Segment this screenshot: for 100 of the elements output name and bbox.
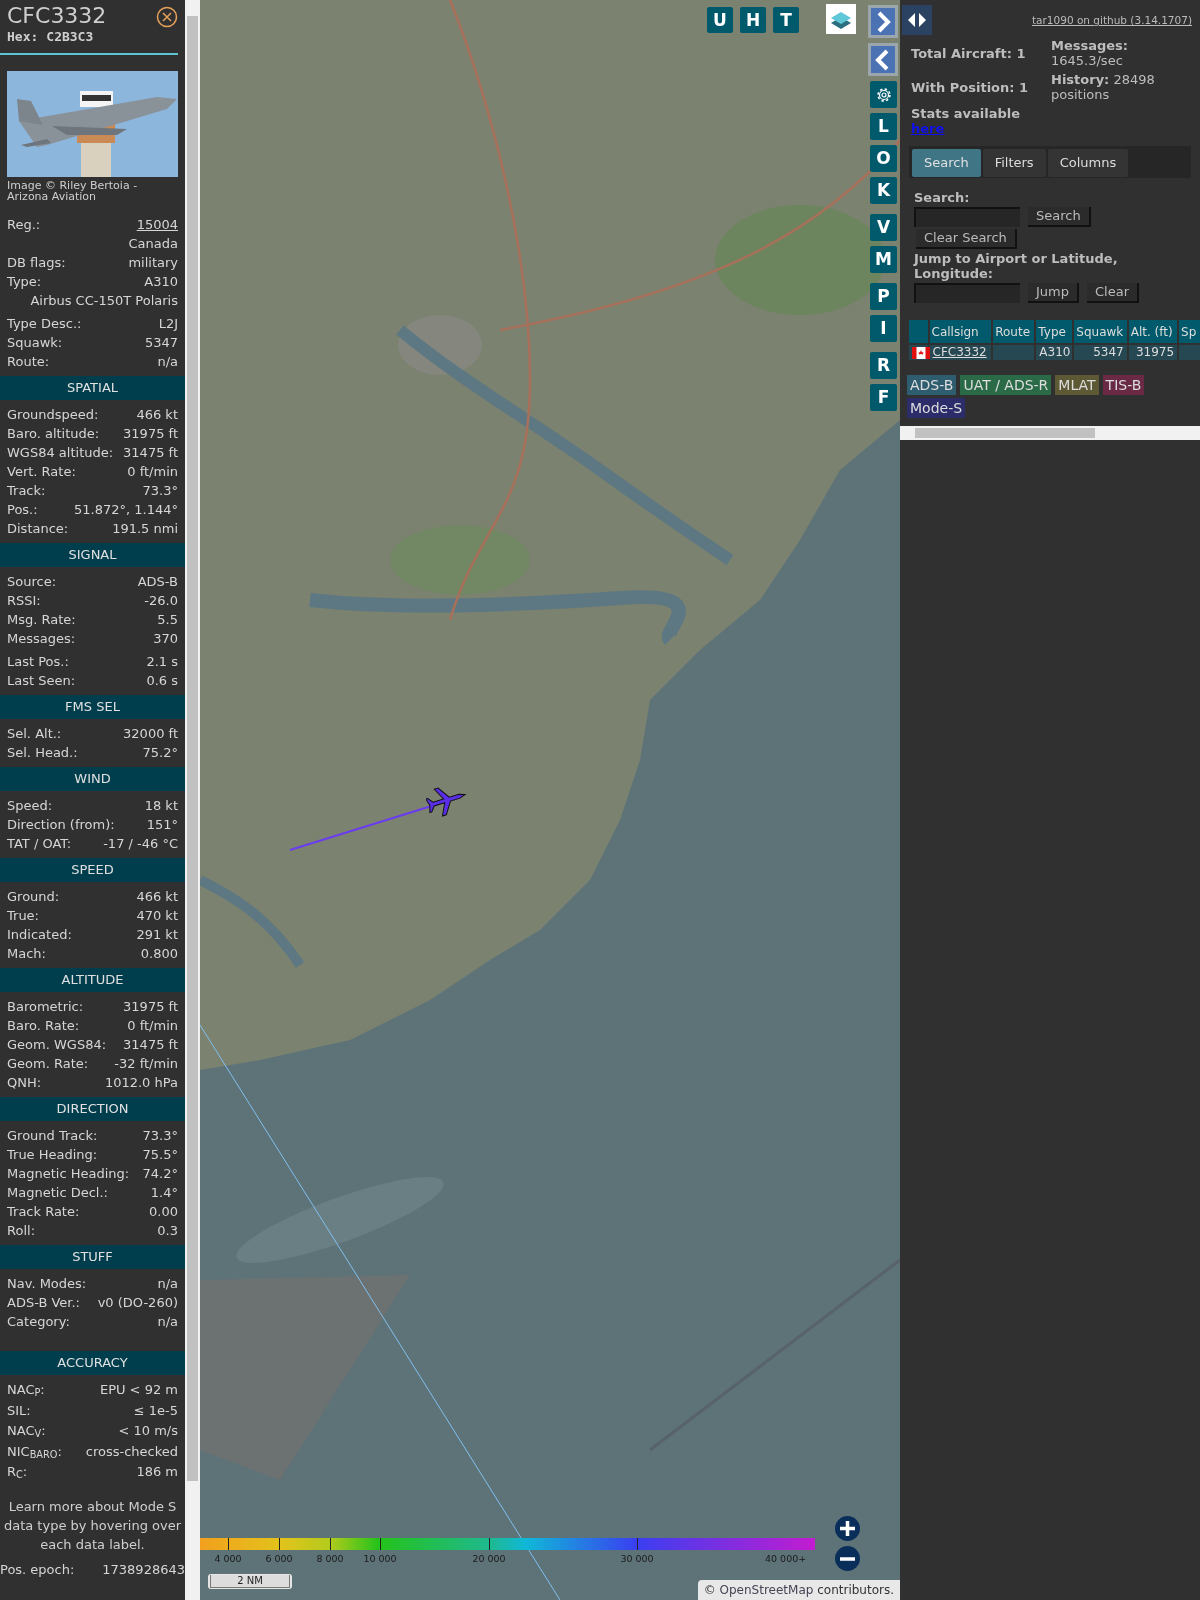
field-label: Indicated:: [7, 926, 72, 944]
field-value: 2.1 s: [146, 653, 178, 671]
field-value: n/a: [157, 1275, 178, 1293]
field-label: Groundspeed:: [7, 406, 99, 424]
source-tag: ADS-B: [907, 375, 957, 395]
attribution-link[interactable]: OpenStreetMap: [719, 1583, 814, 1597]
column-header[interactable]: Type: [1036, 320, 1073, 343]
field-label: Ground:: [7, 888, 60, 906]
field-label: Ground Track:: [7, 1127, 98, 1145]
attribution-text: © OpenStreetMap contributors.: [697, 1580, 900, 1600]
column-header[interactable]: Sp: [1179, 320, 1200, 343]
field-value: 32000 ft: [123, 725, 178, 743]
section-header: SIGNAL: [0, 543, 185, 567]
field-label: Last Seen:: [7, 672, 76, 690]
jump-button[interactable]: Jump: [1028, 283, 1079, 303]
scrollbar[interactable]: [900, 426, 1200, 440]
scale-label: 10 000: [363, 1552, 397, 1566]
photo-credit: Image © Riley Bertoia - Arizona Aviation: [6, 178, 139, 202]
stat-text: History: 28498 positions: [1051, 72, 1156, 102]
toggle-button[interactable]: R: [870, 352, 897, 379]
field-label: Last Pos.:: [7, 653, 69, 671]
field-label: Mach:: [7, 945, 46, 963]
field-value: 0.800: [140, 945, 178, 963]
field-value: 31975 ft: [123, 998, 178, 1016]
tab[interactable]: Search: [912, 149, 981, 177]
field-value: A310: [144, 273, 178, 291]
field-label: Msg. Rate:: [7, 611, 76, 629]
column-header[interactable]: Alt. (ft): [1128, 320, 1178, 343]
field-label: Source:: [7, 573, 57, 591]
toggle-button[interactable]: V: [870, 214, 897, 241]
field-label: Geom. WGS84:: [7, 1036, 107, 1054]
field-label: QNH:: [7, 1074, 42, 1092]
scrollbar-thumb[interactable]: [915, 428, 1095, 438]
field-label: True Heading:: [7, 1146, 98, 1164]
toggle-button[interactable]: I: [870, 315, 897, 342]
field-label: DB flags:: [7, 254, 66, 272]
field-value: 75.5°: [142, 1146, 178, 1164]
tab[interactable]: Columns: [1047, 149, 1129, 177]
stat-text: With Position: 1: [911, 80, 1029, 95]
search-label: Search:: [914, 190, 971, 205]
field-value: -17 / -46 °C: [103, 835, 178, 853]
section-header: WIND: [0, 767, 185, 791]
registration-link[interactable]: 15004: [136, 215, 178, 234]
field-label: R$_{C}$:: [7, 1463, 28, 1483]
github-link[interactable]: tar1090 on github (3.14.1707): [1032, 13, 1192, 29]
field-value: 0 ft/min: [127, 1017, 178, 1035]
field-value: 186 m: [136, 1463, 178, 1481]
field-label: Roll:: [7, 1222, 35, 1240]
previous-button[interactable]: [868, 43, 898, 76]
field-label: Direction (from):: [7, 816, 115, 834]
field-value: ADS-B: [137, 573, 178, 591]
stat-text: Messages: 1645.3/sec: [1051, 38, 1130, 68]
clear-search-button[interactable]: Clear Search: [916, 229, 1017, 249]
field-value: 18 kt: [144, 797, 178, 815]
table-cell: 5347: [1074, 345, 1127, 360]
field-label: Baro. Rate:: [7, 1017, 80, 1035]
field-label: TAT / OAT:: [7, 835, 72, 853]
field-value: n/a: [157, 1313, 178, 1331]
toggle-button[interactable]: U: [707, 7, 733, 33]
search-button[interactable]: Search: [1028, 207, 1091, 227]
section-header: ALTITUDE: [0, 968, 185, 992]
field-value: military: [128, 254, 178, 272]
clear-button[interactable]: Clear: [1087, 283, 1139, 303]
toggle-button[interactable]: K: [870, 177, 897, 204]
field-value: cross-checked: [85, 1442, 178, 1461]
column-header[interactable]: Route: [993, 320, 1035, 343]
column-header[interactable]: Squawk: [1074, 320, 1127, 343]
field-value: 31975 ft: [123, 425, 178, 443]
toggle-button[interactable]: M: [870, 246, 897, 273]
column-header[interactable]: Callsign: [929, 320, 992, 343]
field-value: 1738928643: [102, 1560, 185, 1579]
close-button[interactable]: [156, 6, 178, 28]
field-value: 191.5 nmi: [112, 520, 178, 538]
toggle-button[interactable]: O: [870, 145, 897, 172]
field-value: 1.4°: [150, 1184, 178, 1202]
field-label: Sel. Alt.:: [7, 725, 62, 743]
toggle-button[interactable]: H: [740, 7, 766, 33]
scrollbar-thumb[interactable]: [187, 16, 198, 1481]
field-label: NAC$_{P}$:: [7, 1381, 45, 1401]
field-label: RSSI:: [7, 592, 41, 610]
minus-icon: [840, 1556, 855, 1561]
field-value: 5.5: [157, 611, 178, 629]
tab[interactable]: Filters: [982, 149, 1046, 177]
toggle-button[interactable]: T: [773, 7, 799, 33]
layers-button[interactable]: [826, 4, 856, 34]
toggle-button[interactable]: F: [870, 384, 897, 411]
field-label: Category:: [7, 1313, 70, 1331]
toggle-button[interactable]: L: [870, 113, 897, 140]
coordinates-field[interactable]: [914, 283, 1020, 303]
scrollbar[interactable]: [185, 0, 200, 1600]
source-tag: UAT / ADS-R: [960, 375, 1052, 395]
field-label: Vert. Rate:: [7, 463, 76, 481]
toggle-button[interactable]: P: [870, 283, 897, 310]
field-value: 470 kt: [136, 907, 178, 925]
hex-code: C2B3C3: [46, 28, 94, 45]
next-button[interactable]: [868, 5, 898, 38]
search-field[interactable]: [914, 207, 1020, 227]
field-value: 31475 ft: [123, 444, 178, 462]
settings-button[interactable]: [870, 81, 897, 108]
panel-toggle-button[interactable]: [902, 5, 932, 35]
